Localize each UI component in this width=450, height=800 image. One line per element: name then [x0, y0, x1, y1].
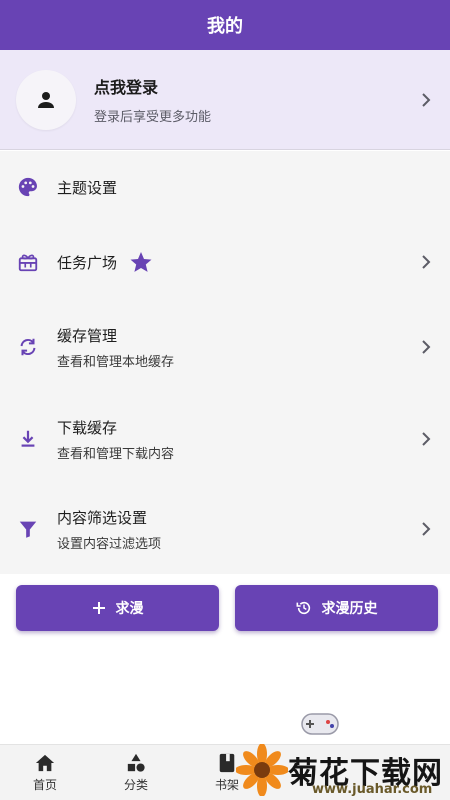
request-history-label: 求漫历史 [321, 601, 378, 617]
nav-label: 首页 [32, 778, 57, 792]
menu-item-description: 设置内容过滤选项 [57, 536, 162, 552]
menu-item-downloads[interactable]: 下载缓存 查看和管理下载内容 [0, 393, 450, 485]
book-icon [219, 753, 235, 773]
menu-item-label: 缓存管理 [57, 326, 118, 345]
history-icon [296, 600, 312, 616]
app-header: 我的 [0, 0, 450, 50]
request-comic-label: 求漫 [115, 601, 144, 617]
request-comic-button[interactable]: 求漫 [16, 585, 219, 631]
settings-list: 主题设置 任务广场 缓存管理 查看和管理本地缓存 下载缓存 查看和管理下载内容 … [0, 151, 450, 574]
menu-item-label: 任务广场 [57, 253, 118, 272]
filter-icon [16, 517, 40, 541]
person-icon [38, 91, 54, 108]
avatar[interactable] [16, 69, 76, 130]
nav-item-category[interactable]: 分类 [106, 753, 166, 793]
menu-item-cache[interactable]: 缓存管理 查看和管理本地缓存 [0, 301, 450, 393]
menu-item-description: 查看和管理本地缓存 [57, 354, 175, 370]
chevron-right-icon [420, 339, 432, 355]
menu-item-description: 查看和管理下载内容 [57, 446, 175, 462]
login-title: 点我登录 [94, 78, 159, 97]
menu-item-label: 内容筛选设置 [57, 508, 148, 527]
palette-icon [16, 175, 40, 199]
watermark-url: www.juahar.com [312, 782, 433, 797]
chevron-right-icon [420, 254, 432, 270]
plus-icon [92, 601, 106, 615]
menu-item-theme[interactable]: 主题设置 [0, 151, 450, 223]
login-card[interactable]: 点我登录 登录后享受更多功能 [0, 50, 450, 150]
nav-item-home[interactable]: 首页 [15, 753, 75, 793]
star-icon [129, 250, 153, 274]
sync-icon [16, 335, 40, 359]
login-subtitle: 登录后享受更多功能 [94, 110, 212, 125]
category-icon [127, 753, 145, 772]
chevron-right-icon [420, 521, 432, 537]
menu-item-label: 主题设置 [57, 178, 118, 197]
chevron-right-icon [420, 92, 432, 108]
chevron-right-icon [420, 431, 432, 447]
menu-item-content-filter[interactable]: 内容筛选设置 设置内容过滤选项 [0, 485, 450, 573]
page-title: 我的 [207, 16, 243, 37]
home-icon [35, 754, 55, 772]
menu-item-label: 下载缓存 [57, 418, 118, 437]
download-icon [16, 427, 40, 451]
watermark: 菊花下载网 www.juahar.com [236, 706, 446, 797]
nav-label: 分类 [123, 778, 148, 792]
gift-icon [16, 250, 40, 274]
menu-item-tasks[interactable]: 任务广场 [0, 223, 450, 301]
request-history-button[interactable]: 求漫历史 [235, 585, 438, 631]
gamepad-icon [301, 713, 339, 735]
flower-icon [236, 744, 288, 796]
